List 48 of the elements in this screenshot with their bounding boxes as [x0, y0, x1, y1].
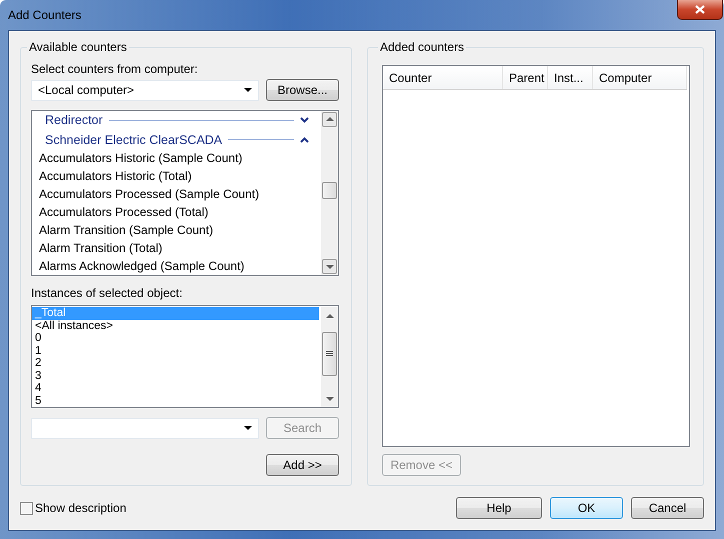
instance-item[interactable]: 4	[32, 382, 319, 395]
checkbox-label[interactable]: Show description	[35, 501, 126, 515]
group-title: Added counters	[379, 40, 466, 54]
instances-label: Instances of selected object:	[31, 286, 184, 300]
category-header[interactable]: Redirector	[45, 113, 103, 128]
dialog-button[interactable]: OK	[550, 497, 623, 519]
computer-label: Select counters from computer:	[31, 62, 199, 76]
dropdown-arrow-icon	[244, 88, 252, 92]
group-title: Available counters	[28, 40, 128, 54]
expand-chevron-icon[interactable]	[300, 117, 309, 124]
column-header[interactable]: Counter	[383, 66, 503, 89]
scroll-thumb[interactable]	[322, 182, 337, 199]
computer-dropdown[interactable]: <Local computer>	[31, 80, 259, 100]
scroll-up-icon	[326, 117, 334, 122]
collapse-chevron-icon[interactable]	[300, 136, 309, 143]
close-button[interactable]	[677, 0, 723, 20]
category-header[interactable]: Schneider Electric ClearSCADA	[45, 132, 222, 147]
scroll-down-icon	[326, 396, 334, 401]
instance-item[interactable]: 3	[32, 370, 319, 382]
show-description-checkbox[interactable]	[20, 502, 33, 514]
instance-item[interactable]: 5	[32, 394, 319, 408]
counter-item[interactable]: Alarms Acknowledged (Sample Count)	[32, 257, 321, 276]
column-header[interactable]: Inst...	[548, 66, 593, 89]
add-button[interactable]: Add >>	[266, 454, 339, 476]
window-title: Add Counters	[8, 7, 82, 22]
scroll-thumb[interactable]	[322, 332, 337, 376]
counter-item[interactable]: Alarm Transition (Sample Count)	[32, 221, 321, 240]
counter-item[interactable]: Accumulators Historic (Sample Count)	[32, 149, 321, 168]
dialog-button[interactable]: Help	[456, 497, 542, 519]
scroll-down-icon	[326, 264, 334, 269]
counter-item[interactable]: Accumulators Processed (Sample Count)	[32, 185, 321, 204]
dialog-button[interactable]: Cancel	[631, 497, 704, 519]
instance-item[interactable]: 0	[32, 332, 319, 345]
close-icon	[695, 5, 705, 14]
dropdown-arrow-icon	[244, 426, 252, 430]
counter-item[interactable]: Accumulators Historic (Total)	[32, 167, 321, 186]
counter-item[interactable]: Accumulators Processed (Total)	[32, 203, 321, 222]
counter-item[interactable]: Alarm Transition (Total)	[32, 239, 321, 258]
instance-item[interactable]: 2	[32, 357, 319, 370]
scroll-up-icon	[326, 314, 334, 318]
instance-item[interactable]: 1	[32, 344, 319, 358]
grip-icon	[326, 351, 333, 358]
scrollbar[interactable]	[321, 110, 338, 276]
column-header[interactable]: Computer	[593, 66, 687, 89]
instance-item[interactable]: <All instances>	[32, 320, 319, 332]
column-header[interactable]: Parent	[503, 66, 548, 89]
browse-button[interactable]: Browse...	[266, 79, 339, 101]
scrollbar[interactable]	[321, 307, 338, 408]
